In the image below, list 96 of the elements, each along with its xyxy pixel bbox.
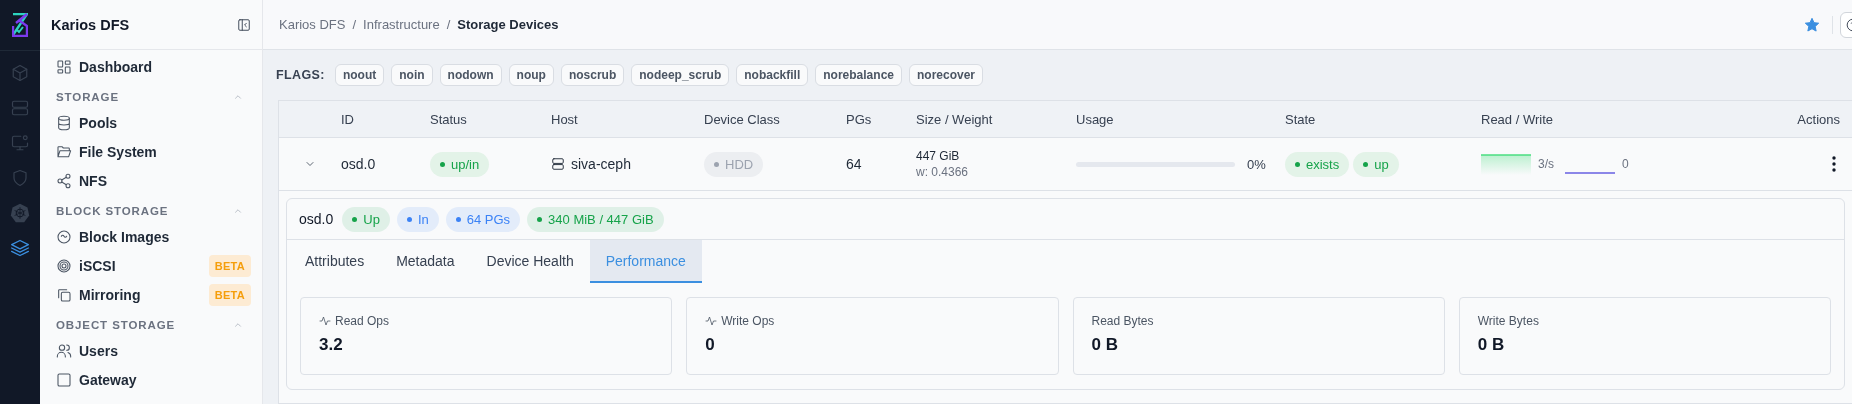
chevron-up-icon <box>233 320 243 330</box>
weight-text: w: 0.4366 <box>916 164 970 180</box>
wheel-icon[interactable] <box>10 202 30 223</box>
more-button[interactable] <box>1830 154 1838 174</box>
write-sparkline <box>1565 172 1615 174</box>
stat-value: 0 B <box>1477 335 1506 355</box>
tab[interactable]: Metadata <box>380 240 471 283</box>
column-header: Read / Write <box>1481 111 1554 127</box>
users-icon <box>56 342 72 359</box>
flag-chip[interactable]: noout <box>334 64 385 86</box>
write-rate: 0 <box>1622 157 1629 171</box>
pulse-icon <box>319 315 331 327</box>
column-header: Device Class <box>704 111 781 127</box>
stat-value: 0 B <box>1091 335 1119 355</box>
detail-title: osd.0 <box>299 211 334 227</box>
usage-percent: 0% <box>1247 156 1266 172</box>
breadcrumb-separator: / <box>352 17 357 32</box>
layers-icon[interactable] <box>10 237 30 258</box>
flag-chip[interactable]: norecover <box>909 64 983 86</box>
column-header: Usage <box>1076 111 1115 127</box>
app-title: Karios DFS <box>51 16 130 33</box>
flag-chip[interactable]: noup <box>508 64 554 86</box>
section-header[interactable]: BLOCK STORAGE <box>51 195 251 222</box>
breadcrumb-link[interactable]: Infrastructure <box>363 17 440 32</box>
folder-icon <box>56 143 72 160</box>
table-cell-text: 64 <box>846 156 863 172</box>
device-class-pill: HDD <box>704 151 764 177</box>
copy-icon <box>56 286 72 303</box>
flags-label: FLAGS: <box>276 68 325 82</box>
server-icon[interactable] <box>10 98 30 117</box>
column-header: Status <box>430 111 468 127</box>
status-badge: Up <box>342 206 390 232</box>
column-header: State <box>1285 111 1317 127</box>
state-pill: up <box>1353 151 1399 177</box>
column-header: Host <box>551 111 579 127</box>
stat-label: Read Ops <box>335 314 390 328</box>
logo-icon <box>12 13 28 37</box>
tab[interactable]: Device Health <box>470 240 590 283</box>
star-icon[interactable] <box>1804 16 1820 33</box>
sidebar-item[interactable]: NFS <box>51 166 251 195</box>
table-cell-text: osd.0 <box>341 156 377 172</box>
beta-badge: BETA <box>208 283 251 306</box>
chevron-up-icon <box>233 206 243 216</box>
flag-chip[interactable]: nobackfill <box>736 64 809 86</box>
tab[interactable]: Attributes <box>289 240 381 283</box>
stat-label: Write Ops <box>721 314 775 328</box>
section-header[interactable]: OBJECT STORAGE <box>51 309 251 336</box>
sidebar-item[interactable]: Users <box>51 336 251 365</box>
shield-icon[interactable] <box>11 168 29 187</box>
beta-badge: BETA <box>208 254 251 277</box>
cube-icon[interactable] <box>11 63 29 82</box>
dashboard-icon <box>56 58 72 75</box>
section-header[interactable]: STORAGE <box>51 81 251 108</box>
sidebar-item[interactable]: iSCSI BETA <box>51 251 251 280</box>
size-text: 447 GiB <box>916 148 961 164</box>
sidebar-item[interactable]: Block Images <box>51 222 251 251</box>
monitor-icon[interactable] <box>10 133 30 152</box>
state-pill: exists <box>1285 151 1350 177</box>
table-cell: siva-ceph <box>571 156 631 172</box>
server-icon <box>551 157 565 171</box>
status-badge: In <box>396 206 439 232</box>
sidebar-collapse-icon[interactable] <box>237 17 251 32</box>
column-header: Actions <box>1797 111 1841 127</box>
status-badge: 340 MiB / 447 GiB <box>527 206 664 232</box>
breadcrumb-separator: / <box>446 17 451 32</box>
flag-chip[interactable]: noscrub <box>560 64 625 86</box>
column-header: PGs <box>846 111 873 127</box>
more-icon <box>1832 156 1836 172</box>
flag-chip[interactable]: noin <box>391 64 433 86</box>
stat-label: Read Bytes <box>1091 314 1154 328</box>
sidebar-item[interactable]: Gateway <box>51 365 251 394</box>
stat-label: Write Bytes <box>1477 314 1539 328</box>
flag-chip[interactable]: nodeep_scrub <box>631 64 730 86</box>
database-icon <box>56 114 72 131</box>
column-header: ID <box>341 111 355 127</box>
chevron-up-icon <box>233 92 243 102</box>
column-header: Size / Weight <box>916 111 994 127</box>
stat-value: 3.2 <box>319 335 344 355</box>
share-icon <box>56 172 72 189</box>
sidebar-item[interactable]: Dashboard <box>51 52 251 81</box>
stat-value: 0 <box>705 335 716 355</box>
square-icon <box>56 371 72 388</box>
status-badge: 64 PGs <box>445 206 521 232</box>
read-sparkline <box>1481 153 1531 175</box>
status-pill: up/in <box>430 151 490 177</box>
breadcrumb-link[interactable]: Karios DFS <box>279 17 346 32</box>
disc-icon <box>56 228 72 245</box>
sidebar-item[interactable]: Pools <box>51 108 251 137</box>
flag-chip[interactable]: norebalance <box>815 64 902 86</box>
pulse-icon <box>705 315 718 327</box>
sidebar-item[interactable]: File System <box>51 137 251 166</box>
breadcrumb-current: Storage Devices <box>457 17 559 32</box>
read-rate: 3/s <box>1538 157 1554 171</box>
sidebar-item[interactable]: Mirroring BETA <box>51 280 251 309</box>
flag-chip[interactable]: nodown <box>439 64 502 86</box>
target-icon <box>56 257 72 274</box>
